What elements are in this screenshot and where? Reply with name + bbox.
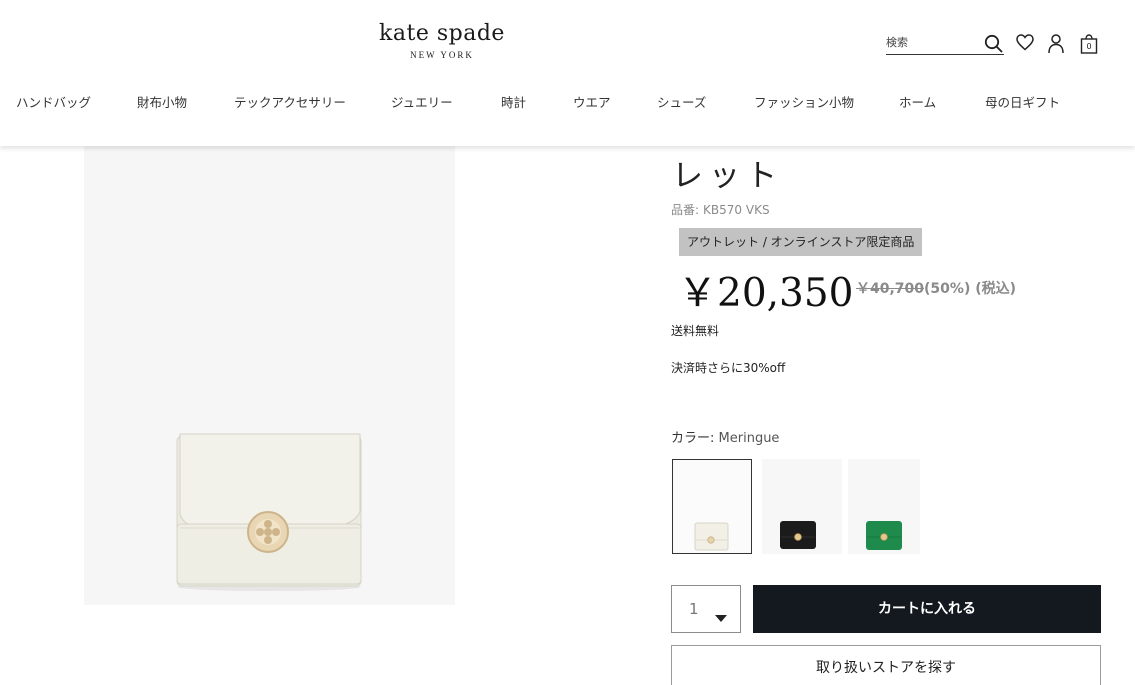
nav-item-handbags[interactable]: ハンドバッグ (16, 92, 91, 111)
cart-count: 0 (1086, 42, 1092, 51)
add-to-cart-button[interactable]: カートに入れる (753, 585, 1101, 633)
color-label-prefix: カラー: (671, 431, 715, 446)
swatch-meringue[interactable] (672, 459, 752, 554)
nav-item-watches[interactable]: 時計 (501, 92, 526, 111)
heart-icon[interactable] (1016, 34, 1034, 55)
swatch-green-image (866, 521, 902, 550)
discount-percent: (50%) (924, 281, 971, 297)
nav-item-shoes[interactable]: シューズ (657, 92, 706, 111)
logo-wordmark: kate spade (379, 21, 505, 46)
sale-price: ￥20,350 (678, 271, 854, 316)
swatch-black-image (780, 521, 816, 549)
original-price-group: ￥40,700(50%) (税込) (856, 278, 1016, 298)
swatch-green[interactable] (848, 459, 920, 554)
search-icon[interactable] (984, 34, 1004, 58)
product-page: レット 品番: KB570 VKS アウトレット / オンラインストア限定商品 ￥… (0, 0, 1135, 685)
search-input[interactable] (886, 32, 978, 52)
kate-spade-logo[interactable]: kate spade NEW YORK (372, 20, 512, 60)
color-value: Meringue (718, 431, 780, 446)
user-icon[interactable] (1048, 34, 1064, 58)
color-label: カラー: Meringue (671, 427, 779, 446)
site-header: kate spade NEW YORK 検索 0 ハンドバッグ 財布小物 テック… (0, 0, 1135, 146)
nav-item-wear[interactable]: ウエア (573, 92, 611, 111)
quantity-value: 1 (689, 600, 699, 618)
tax-note: (税込) (975, 281, 1017, 297)
product-title: レット (672, 158, 783, 194)
nav-item-fashion-accessories[interactable]: ファッション小物 (754, 92, 854, 111)
shipping-note: 送料無料 (671, 324, 720, 338)
bag-icon[interactable]: 0 (1080, 34, 1098, 58)
swatch-meringue-image (694, 522, 729, 551)
main-nav: ハンドバッグ 財布小物 テックアクセサリー ジュエリー 時計 ウエア シューズ … (0, 92, 1135, 112)
outlet-badge: アウトレット / オンラインストア限定商品 (679, 228, 923, 256)
checkout-discount-note: 決済時さらに30%off (671, 361, 786, 375)
search-box (886, 32, 1004, 55)
wallet-image (176, 433, 362, 591)
quantity-select[interactable]: 1 (671, 585, 741, 633)
nav-item-wallets[interactable]: 財布小物 (137, 92, 187, 111)
product-sku: 品番: KB570 VKS (671, 201, 770, 218)
sku-label: 品番: (671, 203, 700, 217)
product-main-image[interactable] (84, 146, 455, 605)
nav-item-tech-accessories[interactable]: テックアクセサリー (234, 92, 346, 111)
sku-value: KB570 VKS (703, 203, 770, 217)
nav-item-mothers-day-gifts[interactable]: 母の日ギフト (985, 92, 1060, 111)
swatch-black[interactable] (762, 459, 842, 554)
logo-subtitle: NEW YORK (410, 50, 474, 60)
original-price: ￥40,700 (856, 281, 925, 297)
caret-down-icon (715, 607, 727, 626)
find-store-button[interactable]: 取り扱いストアを探す (671, 645, 1101, 685)
nav-item-jewelry[interactable]: ジュエリー (391, 92, 453, 111)
nav-item-home[interactable]: ホーム (899, 92, 936, 111)
